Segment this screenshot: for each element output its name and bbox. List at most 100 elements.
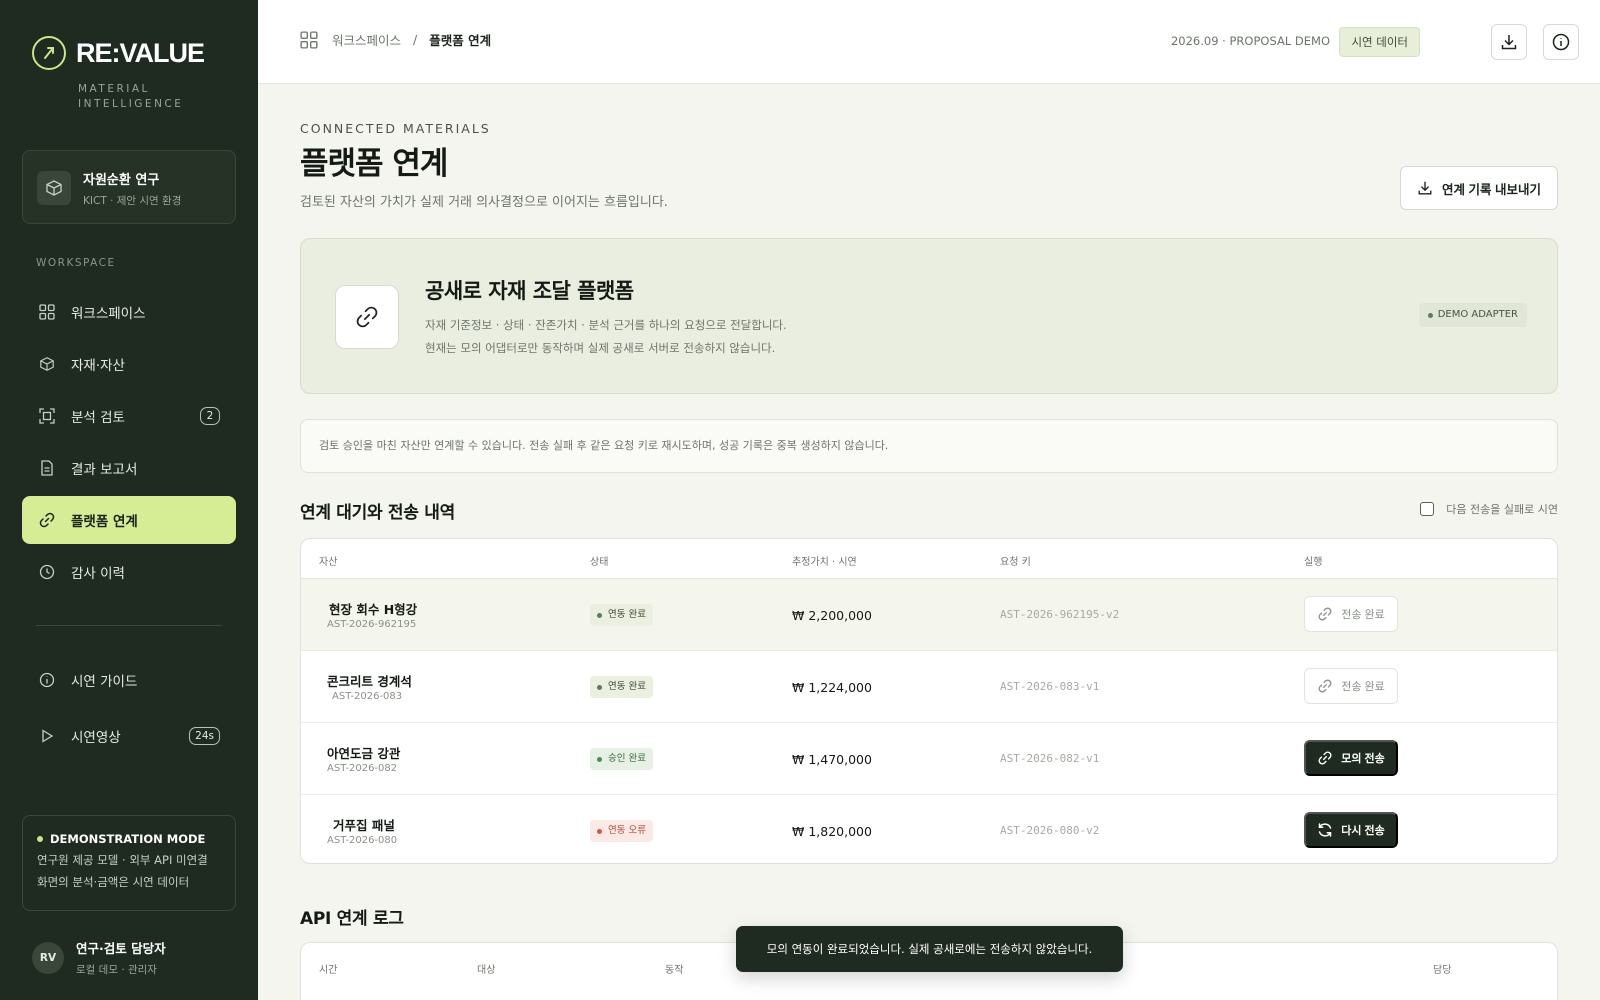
sidebar-item-assets[interactable]: 자재·자산 <box>22 340 236 388</box>
sidebar-item-analysis[interactable]: 분석 검토 2 <box>22 392 236 440</box>
link-icon <box>1317 678 1333 694</box>
sidebar-item-platform[interactable]: 플랫폼 연계 <box>22 496 236 544</box>
asset-name: 현장 회수 H형강 <box>329 602 418 617</box>
demo-adapter-label: DEMO ADAPTER <box>1437 309 1518 320</box>
info-button[interactable] <box>1543 24 1579 60</box>
status-dot-icon <box>597 684 602 690</box>
download-icon <box>1501 35 1517 50</box>
breadcrumb-workspace[interactable]: 워크스페이스 <box>332 30 401 49</box>
table-header: 자산 상태 추정가치 · 시연 요청 키 실행 <box>301 539 1557 579</box>
status-dot-icon <box>597 612 602 618</box>
status-dot-icon <box>597 756 602 762</box>
link-icon <box>1317 750 1333 766</box>
box-icon <box>37 354 57 374</box>
page-eyebrow: CONNECTED MATERIALS <box>300 121 491 136</box>
sidebar-item-guide[interactable]: 시연 가이드 <box>22 656 236 704</box>
demo-mode-title-text: DEMONSTRATION MODE <box>50 832 206 846</box>
demo-mode-line: 연구원 제공 모델 · 외부 API 미연결 <box>37 853 208 867</box>
breadcrumb-separator: / <box>413 32 418 47</box>
mock-send-button[interactable]: 모의 전송 <box>1304 740 1398 776</box>
topbar: 워크스페이스 / 플랫폼 연계 2026.09 · PROPOSAL DEMO … <box>258 0 1600 84</box>
sidebar-item-audit[interactable]: 감사 이력 <box>22 548 236 596</box>
export-log-button[interactable]: 연계 기록 내보내기 <box>1400 166 1558 210</box>
asset-value: ₩ 1,820,000 <box>792 824 872 839</box>
sidebar-item-label: 결과 보고서 <box>71 462 138 478</box>
brand-logo[interactable]: RE:VALUE <box>32 36 205 70</box>
grid-icon <box>37 302 57 322</box>
platform-title: 공새로 자재 조달 플랫폼 <box>425 279 634 303</box>
demo-adapter-badge: DEMO ADAPTER <box>1418 303 1527 327</box>
status-text: 승인 완료 <box>608 753 646 764</box>
sidebar-item-video[interactable]: 시연영상 24s <box>22 712 236 760</box>
sidebar-item-label: 분석 검토 <box>71 410 125 426</box>
queue-section-title: 연계 대기와 전송 내역 <box>300 503 455 523</box>
sidebar: RE:VALUE MATERIAL INTELLIGENCE 자원순환 연구 K… <box>0 0 258 1000</box>
sidebar-nav: 워크스페이스 자재·자산 분석 검토 2 결과 보고서 플랫폼 연계 감사 이력 <box>22 288 236 600</box>
asset-id: AST-2026-082 <box>327 763 398 774</box>
link-icon <box>335 285 399 349</box>
transfer-done-button[interactable]: 전송 완료 <box>1304 668 1398 704</box>
user-role: 로컬 데모 · 관리자 <box>76 964 157 976</box>
column-header: 자산 <box>319 557 338 568</box>
info-icon <box>37 670 57 690</box>
avatar: RV <box>32 941 64 974</box>
link-icon <box>37 510 57 530</box>
user-profile[interactable]: RV 연구·검토 담당자 로컬 데모 · 관리자 <box>32 938 166 977</box>
request-key: AST-2026-083-v1 <box>1000 680 1100 693</box>
simulate-failure-toggle[interactable]: 다음 전송을 실패로 시연 <box>1420 501 1558 517</box>
main-content: CONNECTED MATERIALS 플랫폼 연계 검토된 자산의 가치가 실… <box>300 84 1558 1000</box>
demo-mode-line: 화면의 분석·금액은 시연 데이터 <box>37 875 190 889</box>
workspace-section-label: WORKSPACE <box>36 257 116 269</box>
user-name: 연구·검토 담당자 <box>76 941 166 956</box>
status-dot-icon <box>1427 312 1433 318</box>
asset-name: 아연도금 강관 <box>327 746 401 761</box>
org-title: 자원순환 연구 <box>83 173 160 188</box>
download-icon <box>1417 180 1433 196</box>
breadcrumb-current: 플랫폼 연계 <box>429 33 492 48</box>
download-button[interactable] <box>1491 24 1527 60</box>
log-section-title: API 연계 로그 <box>300 909 404 929</box>
table-row[interactable]: 아연도금 강관 AST-2026-082 승인 완료 ₩ 1,470,000 A… <box>301 723 1557 795</box>
box-icon <box>37 171 71 205</box>
proposal-date: 2026.09 · PROPOSAL DEMO <box>1170 34 1330 48</box>
info-icon <box>1552 33 1570 51</box>
retry-send-button[interactable]: 다시 전송 <box>1304 812 1398 848</box>
column-header: 대상 <box>477 965 496 976</box>
sidebar-divider <box>36 625 222 626</box>
simulate-failure-label: 다음 전송을 실패로 시연 <box>1446 503 1558 516</box>
sidebar-item-workspace[interactable]: 워크스페이스 <box>22 288 236 336</box>
grid-icon <box>300 30 318 49</box>
table-row[interactable]: 현장 회수 H형강 AST-2026-962195 연동 완료 ₩ 2,200,… <box>301 579 1557 651</box>
platform-note: 현재는 모의 어댑터로만 동작하며 실제 공새로 서버로 전송하지 않습니다. <box>425 341 776 355</box>
page-title: 플랫폼 연계 <box>300 146 448 182</box>
action-label: 모의 전송 <box>1341 753 1385 765</box>
breadcrumb: 워크스페이스 / 플랫폼 연계 <box>300 30 491 49</box>
play-icon <box>37 726 57 746</box>
sidebar-item-reports[interactable]: 결과 보고서 <box>22 444 236 492</box>
sidebar-item-label: 감사 이력 <box>71 566 125 582</box>
org-subtitle: KICT · 제안 시연 환경 <box>83 195 182 207</box>
asset-name: 거푸집 패널 <box>333 818 395 833</box>
asset-value: ₩ 1,470,000 <box>792 752 872 767</box>
transfer-done-button[interactable]: 전송 완료 <box>1304 596 1398 632</box>
column-header: 요청 키 <box>1000 557 1031 568</box>
table-row[interactable]: 콘크리트 경계석 AST-2026-083 연동 완료 ₩ 1,224,000 … <box>301 651 1557 723</box>
asset-value: ₩ 1,224,000 <box>792 680 872 695</box>
org-switcher[interactable]: 자원순환 연구 KICT · 제안 시연 환경 <box>22 150 236 224</box>
brand-subtitle: MATERIAL INTELLIGENCE <box>78 83 184 110</box>
action-label: 전송 완료 <box>1341 681 1385 693</box>
asset-name: 콘크리트 경계석 <box>327 674 412 689</box>
column-header: 시간 <box>319 965 338 976</box>
asset-value: ₩ 2,200,000 <box>792 608 872 623</box>
column-header: 추정가치 · 시연 <box>792 557 857 568</box>
platform-card: 공새로 자재 조달 플랫폼 자재 기준정보 · 상태 · 잔존가치 · 분석 근… <box>300 238 1558 394</box>
export-log-label: 연계 기록 내보내기 <box>1442 182 1541 197</box>
status-badge: 연동 완료 <box>590 604 653 626</box>
status-dot-icon <box>37 836 43 842</box>
table-row[interactable]: 거푸집 패널 AST-2026-080 연동 오류 ₩ 1,820,000 AS… <box>301 795 1557 863</box>
refresh-icon <box>1317 822 1333 838</box>
demo-data-badge: 시연 데이터 <box>1339 27 1420 57</box>
simulate-failure-checkbox[interactable] <box>1420 502 1435 516</box>
notice-banner: 검토 승인을 마친 자산만 연계할 수 있습니다. 전송 실패 후 같은 요청 … <box>300 419 1558 473</box>
status-text: 연동 완료 <box>608 681 646 692</box>
